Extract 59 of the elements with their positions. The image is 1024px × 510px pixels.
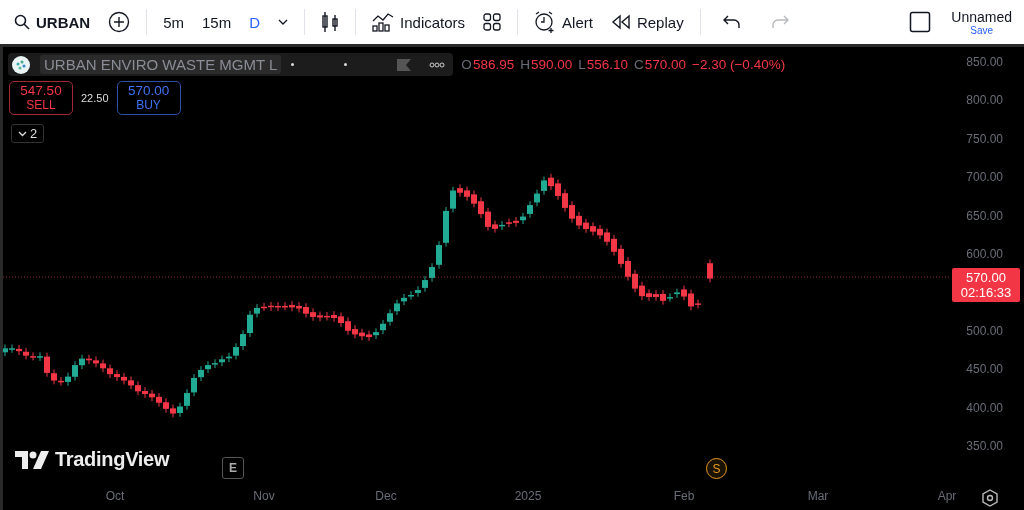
more-icon[interactable] (429, 61, 446, 68)
interval-button[interactable]: 15m (196, 9, 238, 35)
dot-icon (291, 63, 295, 66)
logo-icon (15, 450, 49, 469)
price-axis-label: 450.00 (966, 362, 1003, 377)
price-axis-label: 700.00 (966, 170, 1003, 185)
layout-name[interactable]: Unnamed (951, 8, 1012, 25)
price-change: −2.30 (−0.40%) (692, 57, 786, 72)
indicators-toggle[interactable]: 2 (11, 124, 45, 143)
time-axis-label: Mar (807, 489, 829, 503)
time-axis-label: Nov (253, 489, 275, 503)
sell-button[interactable]: 547.50 SELL (9, 81, 73, 115)
undo-icon[interactable] (722, 15, 741, 29)
interval-button[interactable]: D (243, 9, 267, 35)
split-marker[interactable]: S (706, 458, 727, 479)
ohlc-value: O586.95 (461, 57, 515, 72)
time-axis-label: 2025 (514, 489, 542, 503)
symbol-legend[interactable]: URBAN ENVIRO WASTE MGMT L (8, 53, 454, 76)
chevron-down-icon (18, 130, 27, 137)
price-axis-label: 400.00 (966, 400, 1003, 415)
time-axis-label: Oct (105, 489, 125, 503)
settings-icon[interactable] (982, 489, 998, 507)
alert-button[interactable]: Alert (528, 7, 599, 37)
ohlc-value: H590.00 (520, 57, 573, 72)
square-icon[interactable] (909, 11, 932, 33)
symbol-title: URBAN ENVIRO WASTE MGMT L (40, 55, 282, 74)
countdown-timer: 02:16:33 (960, 285, 1012, 300)
price-axis-label: 500.00 (966, 323, 1003, 338)
company-logo-icon (12, 55, 30, 74)
layout-grid-icon[interactable] (483, 13, 502, 31)
indicators-button[interactable]: Indicators (366, 8, 472, 36)
replay-button[interactable]: Replay (604, 9, 690, 35)
save-link[interactable]: Save (970, 24, 994, 36)
indicators-icon[interactable] (372, 12, 395, 32)
price-axis-label: 600.00 (966, 247, 1003, 261)
price-axis-label: 750.00 (966, 131, 1003, 146)
price-axis-label: 350.00 (966, 439, 1003, 453)
add-symbol-icon[interactable] (108, 11, 131, 33)
interval-button[interactable]: 5m (157, 9, 190, 35)
spread-value: 22.50 (81, 92, 109, 104)
candlestick-icon[interactable] (321, 11, 340, 33)
price-axis-label: 850.00 (966, 55, 1003, 69)
earnings-marker[interactable]: E (222, 457, 244, 479)
dot-icon (344, 63, 348, 66)
rewind-icon[interactable] (610, 14, 631, 30)
time-axis-label: Feb (673, 489, 695, 503)
ohlc-value: L556.10 (578, 57, 629, 72)
price-axis-label: 650.00 (966, 208, 1003, 223)
alarm-clock-icon[interactable] (534, 11, 557, 33)
time-axis-label: Dec (375, 489, 397, 503)
buy-button[interactable]: 570.00 BUY (116, 81, 181, 115)
ohlc-value: C570.00 (634, 57, 687, 72)
last-price: 570.00 (966, 270, 1006, 285)
chevron-down-icon[interactable] (278, 18, 289, 26)
search-icon[interactable] (14, 14, 30, 30)
symbol-search[interactable]: URBAN (8, 9, 97, 35)
brand-logo-text: TradingView (55, 448, 170, 471)
price-axis-label: 800.00 (966, 93, 1003, 108)
time-axis-label: Apr (937, 489, 957, 503)
